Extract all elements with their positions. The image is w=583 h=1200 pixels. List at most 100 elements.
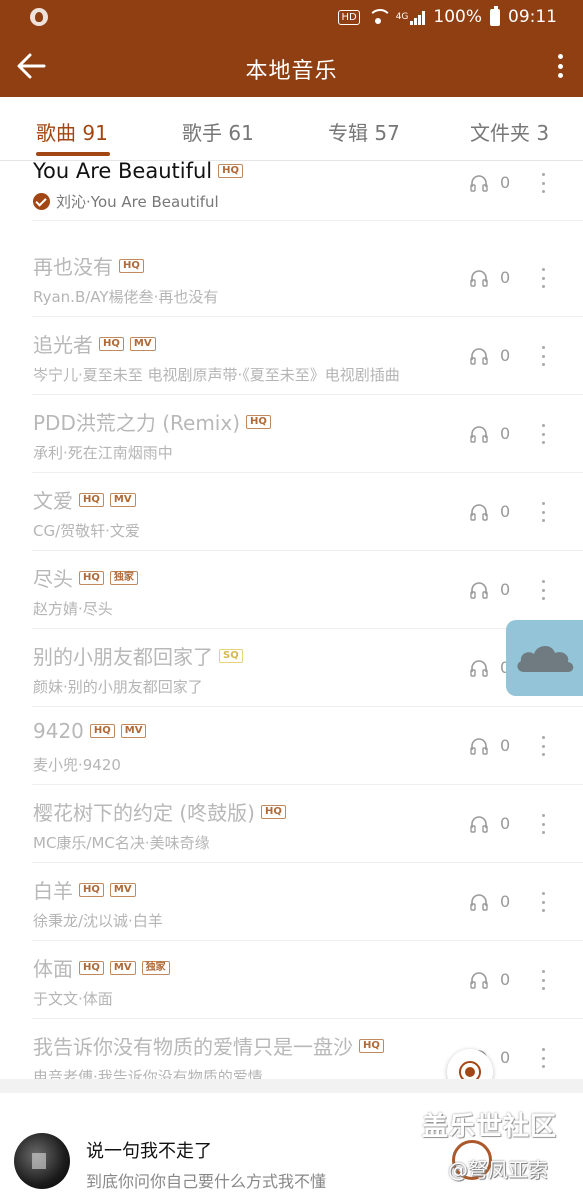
headphone-icon	[470, 894, 488, 911]
song-artist-album: CG/贺敬轩·文爱	[33, 520, 140, 541]
song-title: 别的小朋友都回家了	[33, 645, 213, 669]
play-count: 0	[500, 424, 511, 443]
play-count: 0	[500, 970, 511, 989]
play-count: 0	[500, 268, 511, 287]
play-count: 0	[500, 892, 511, 911]
song-title-row: 我告诉你没有物质的爱情只是一盘沙 HQ	[33, 1031, 384, 1060]
status-indicators: HD 4G 100% 09:11	[338, 5, 557, 27]
tab-albums[interactable]: 专辑 57	[328, 117, 400, 146]
song-more-icon[interactable]	[538, 814, 548, 834]
player-song-title: 说一句我不走了	[86, 1141, 212, 1162]
song-row[interactable]: 追光者 HQ MV 岑宁儿·夏至未至 电视剧原声带·《夏至未至》电视剧插曲 0	[0, 317, 583, 395]
row-divider	[32, 220, 583, 221]
song-more-icon[interactable]	[538, 970, 548, 990]
song-row[interactable]: 白羊 HQ MV 徐秉龙/沈以诚·白羊 0	[0, 863, 583, 941]
song-row[interactable]: 樱花树下的约定 (咚鼓版) HQ MC康乐/MC名决·美味奇缘 0	[0, 785, 583, 863]
song-row[interactable]: 9420 HQ MV 麦小兜·9420 0	[0, 707, 583, 785]
clock: 09:11	[508, 7, 557, 27]
quality-badge: HQ	[99, 336, 124, 351]
song-title: PDD洪荒之力 (Remix)	[33, 411, 241, 435]
quality-badge: MV	[109, 492, 136, 507]
play-count: 0	[500, 580, 511, 599]
song-subtitle: CG/贺敬轩·文爱	[33, 522, 140, 540]
song-more-icon[interactable]	[538, 580, 548, 600]
song-artist-album: 于文文·体面	[33, 988, 113, 1009]
headphone-icon	[470, 660, 488, 677]
song-title: 白羊	[33, 879, 73, 903]
song-title: 文爱	[33, 489, 73, 513]
quality-badge: 独家	[141, 960, 170, 975]
floating-weather-widget[interactable]	[506, 620, 583, 696]
quality-badge: HQ	[359, 1038, 384, 1053]
song-subtitle: 颜妹·别的小朋友都回家了	[33, 678, 203, 696]
headphone-icon	[470, 270, 488, 287]
quality-badge: HQ	[218, 164, 243, 178]
song-title-row: 别的小朋友都回家了 SQ	[33, 641, 243, 670]
play-count: 0	[500, 736, 511, 755]
song-more-icon[interactable]	[538, 736, 548, 756]
battery-percent: 100%	[433, 7, 482, 27]
cloud-icon	[517, 645, 574, 672]
song-row[interactable]: 别的小朋友都回家了SQ颜妹·别的小朋友都回家了0	[0, 629, 583, 707]
song-title-row: PDD洪荒之力 (Remix) HQ	[33, 407, 271, 436]
tab-folders[interactable]: 文件夹 3	[470, 117, 549, 146]
hd-badge: HD	[338, 9, 360, 25]
play-count: 0	[500, 173, 511, 192]
song-more-icon[interactable]	[538, 502, 548, 522]
song-row[interactable]: 体面 HQ MV 独家 于文文·体面 0	[0, 941, 583, 1019]
song-title-row: 文爱 HQ MV	[33, 485, 136, 514]
song-subtitle: Ryan.B/AY楊佬叁·再也没有	[33, 288, 219, 306]
status-bar: HD 4G 100% 09:11	[0, 0, 583, 36]
tab-indicator	[36, 152, 110, 156]
song-row[interactable]: 尽头 HQ 独家 赵方婧·尽头 0	[0, 551, 583, 629]
headphone-icon	[470, 426, 488, 443]
song-artist-album: Ryan.B/AY楊佬叁·再也没有	[33, 286, 218, 307]
tab-songs[interactable]: 歌曲 91	[36, 117, 108, 146]
play-count: 0	[500, 346, 511, 365]
signal-icon	[410, 10, 426, 25]
song-more-icon[interactable]	[538, 173, 548, 193]
check-icon	[33, 193, 50, 210]
app-header: HD 4G 100% 09:11 本地音乐	[0, 0, 583, 97]
quality-badge: HQ	[246, 414, 271, 429]
song-more-icon[interactable]	[538, 268, 548, 288]
song-more-icon[interactable]	[538, 1048, 548, 1068]
song-title: You Are Beautiful	[33, 161, 213, 183]
play-count: 0	[500, 1048, 511, 1067]
song-subtitle: 赵方婧·尽头	[33, 600, 113, 618]
divider	[0, 1079, 583, 1093]
song-row[interactable]: 文爱 HQ MV CG/贺敬轩·文爱 0	[0, 473, 583, 551]
song-more-icon[interactable]	[538, 346, 548, 366]
song-artist-album: 岑宁儿·夏至未至 电视剧原声带·《夏至未至》电视剧插曲	[33, 364, 400, 385]
tab-artists[interactable]: 歌手 61	[182, 117, 254, 146]
song-title: 尽头	[33, 567, 73, 591]
headphone-icon	[470, 175, 488, 192]
song-artist-album: 颜妹·别的小朋友都回家了	[33, 676, 203, 697]
more-vert-icon[interactable]	[553, 50, 567, 82]
song-row[interactable]: 再也没有 HQ Ryan.B/AY楊佬叁·再也没有 0	[0, 239, 583, 317]
song-title-row: 樱花树下的约定 (咚鼓版) HQ	[33, 797, 286, 826]
headphone-icon	[470, 348, 488, 365]
song-subtitle: 电音老傅·我告诉你没有物质的爱情	[33, 1068, 263, 1079]
watermark-author: @弩凤亚索	[448, 1158, 548, 1182]
quality-badge: MV	[129, 336, 156, 351]
song-more-icon[interactable]	[538, 424, 548, 444]
song-title: 体面	[33, 957, 73, 981]
song-artist-album: 赵方婧·尽头	[33, 598, 113, 619]
quality-badge: HQ	[260, 804, 286, 819]
battery-icon	[490, 5, 500, 26]
headphone-icon	[470, 816, 488, 833]
song-title: 追光者	[33, 333, 93, 357]
song-title: 再也没有	[33, 255, 113, 279]
song-title: 9420	[33, 719, 84, 743]
quality-badge: HQ	[79, 960, 104, 975]
song-row[interactable]: PDD洪荒之力 (Remix) HQ 承利·死在江南烟雨中 0	[0, 395, 583, 473]
quality-badge: MV	[109, 882, 136, 897]
song-row[interactable]: 我告诉你没有物质的爱情只是一盘沙 HQ 电音老傅·我告诉你没有物质的爱情 0	[0, 1019, 583, 1079]
album-art[interactable]	[14, 1133, 70, 1189]
song-artist-album: MC康乐/MC名决·美味奇缘	[33, 832, 210, 853]
song-title: 我告诉你没有物质的爱情只是一盘沙	[33, 1035, 353, 1059]
song-row[interactable]: You Are Beautiful HQ 刘沁·You Are Beautiful 0	[0, 161, 583, 239]
song-artist-album: 麦小兜·9420	[33, 754, 121, 775]
song-more-icon[interactable]	[538, 892, 548, 912]
